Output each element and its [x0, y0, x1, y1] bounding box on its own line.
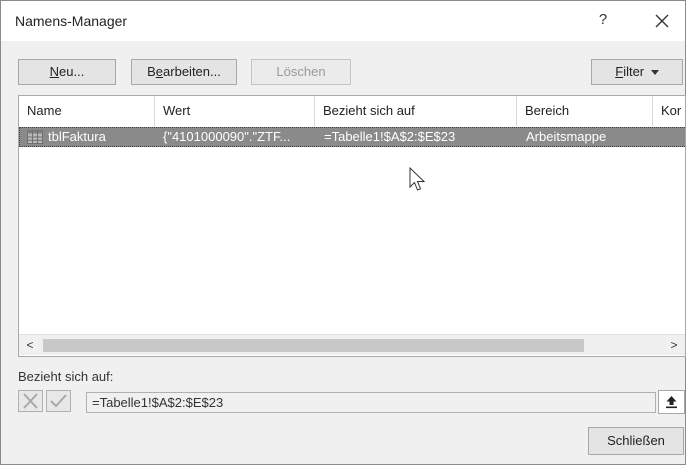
- filter-button-label: ilter: [623, 64, 645, 79]
- edit-button-prefix: B: [147, 64, 156, 79]
- column-header-name[interactable]: Name: [19, 96, 155, 126]
- collapse-dialog-button[interactable]: [658, 390, 685, 414]
- column-header-comment[interactable]: Kor: [653, 96, 685, 126]
- names-list[interactable]: Name Wert Bezieht sich auf Bereich Kor t…: [18, 95, 686, 357]
- column-header-value[interactable]: Wert: [155, 96, 315, 126]
- new-button-label: eu...: [59, 64, 85, 79]
- mouse-pointer-icon: [409, 167, 426, 191]
- edit-button[interactable]: Bearbeiten...: [131, 59, 237, 85]
- edit-button-accel: e: [155, 64, 164, 79]
- new-button[interactable]: Neu...: [18, 59, 116, 85]
- filter-button-accel: F: [615, 64, 624, 79]
- table-icon: [27, 130, 43, 144]
- row-scope: Arbeitsmappe: [526, 129, 607, 144]
- refers-to-label: Bezieht sich auf:: [18, 369, 114, 384]
- horizontal-scrollbar[interactable]: < >: [19, 334, 685, 355]
- scrollbar-thumb[interactable]: [43, 339, 584, 352]
- column-header-scope[interactable]: Bereich: [517, 96, 653, 126]
- scroll-left-arrow[interactable]: <: [23, 338, 37, 352]
- list-header: Name Wert Bezieht sich auf Bereich Kor: [19, 96, 685, 126]
- column-header-refers-to[interactable]: Bezieht sich auf: [315, 96, 517, 126]
- checkmark-icon: [50, 394, 67, 408]
- filter-button[interactable]: Filter: [591, 59, 683, 85]
- collapse-arrow-icon: [666, 396, 677, 409]
- cancel-x-icon: [23, 393, 38, 409]
- refers-to-input[interactable]: =Tabelle1!$A$2:$E$23: [86, 392, 656, 413]
- dialog-title: Namens-Manager: [15, 13, 128, 29]
- close-button[interactable]: [649, 8, 675, 34]
- row-name: tblFaktura: [48, 129, 106, 144]
- help-button[interactable]: ?: [591, 11, 615, 33]
- delete-button[interactable]: Löschen: [251, 59, 351, 85]
- edit-button-label: arbeiten...: [163, 64, 221, 79]
- row-value: {"4101000090"."ZTF...: [163, 129, 291, 144]
- confirm-edit-button[interactable]: [46, 390, 71, 412]
- close-icon: [655, 14, 669, 28]
- table-row[interactable]: tblFaktura {"4101000090"."ZTF... =Tabell…: [19, 127, 685, 147]
- new-button-accel: N: [49, 64, 60, 79]
- cancel-edit-button[interactable]: [18, 390, 43, 412]
- title-bar: Namens-Manager ?: [1, 1, 685, 41]
- dropdown-arrow-icon: [650, 69, 659, 75]
- scroll-right-arrow[interactable]: >: [667, 338, 681, 352]
- close-dialog-button[interactable]: Schließen: [588, 427, 684, 455]
- names-manager-dialog: Namens-Manager ? Neu... Bearbeiten... Lö…: [0, 0, 686, 465]
- row-refers-to: =Tabelle1!$A$2:$E$23: [324, 129, 456, 144]
